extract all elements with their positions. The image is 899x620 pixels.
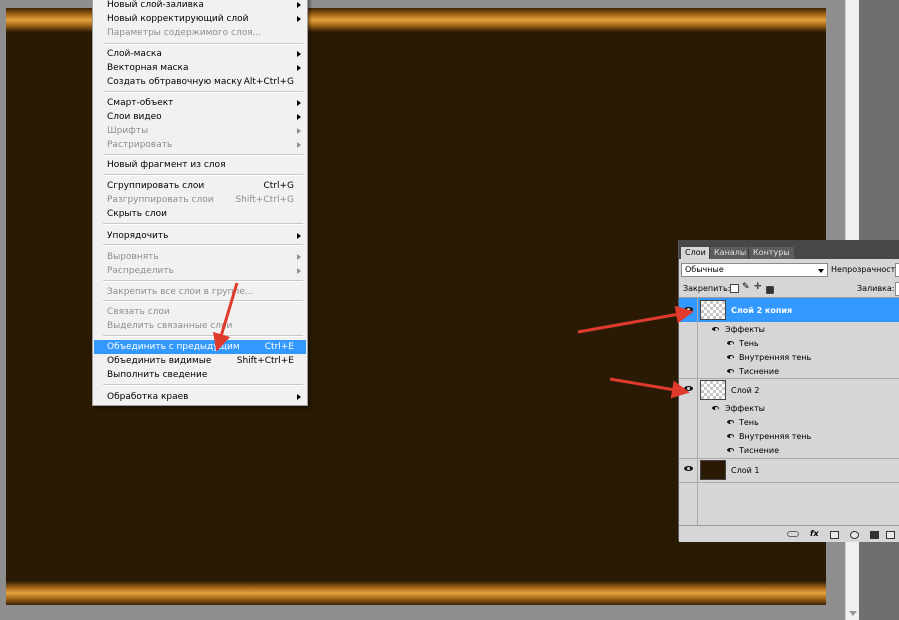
- arrow-to-layer2-copy: [577, 305, 694, 334]
- arrow-to-layer2: [609, 377, 690, 399]
- arrow-to-merge-down: [212, 282, 239, 352]
- annotation-arrows: [212, 282, 694, 399]
